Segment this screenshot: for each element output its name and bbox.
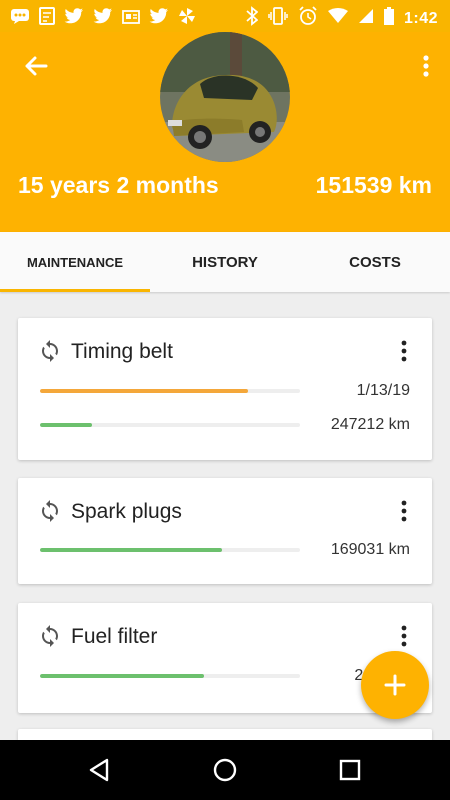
chat-icon [10, 8, 30, 29]
pinwheel-icon [178, 7, 196, 30]
twitter-icon [64, 8, 84, 29]
recents-square-icon[interactable] [335, 755, 365, 785]
progress-bar [40, 548, 300, 552]
wifi-icon [327, 8, 348, 29]
progress-fill [40, 423, 92, 427]
more-vertical-icon[interactable] [400, 338, 408, 366]
due-mileage: 169031 km [330, 541, 410, 558]
due-date: 1/13/19 [356, 382, 410, 399]
system-navigation-bar [0, 740, 450, 800]
card-title: Fuel filter [71, 625, 158, 648]
maintenance-card[interactable]: Spark plugs 169031 km [18, 478, 432, 584]
tab-indicator [0, 289, 150, 292]
more-vertical-icon[interactable] [400, 623, 408, 651]
tab-maintenance[interactable]: MAINTENANCE [0, 232, 150, 292]
back-triangle-icon[interactable] [85, 755, 115, 785]
news-icon [122, 8, 140, 29]
repeat-icon [42, 500, 58, 522]
progress-bar [40, 389, 300, 393]
tab-history[interactable]: HISTORY [150, 232, 300, 292]
card-title: Timing belt [71, 340, 173, 363]
system-icons: 1:42 [246, 6, 438, 31]
card-title: Spark plugs [71, 500, 182, 523]
more-vertical-icon[interactable] [400, 498, 408, 526]
tab-costs[interactable]: COSTS [300, 232, 450, 292]
vehicle-age: 15 years 2 months [18, 172, 219, 198]
vibrate-icon [268, 7, 288, 30]
due-mileage: 247212 km [330, 416, 410, 433]
progress-fill [40, 389, 248, 393]
back-button[interactable] [20, 50, 52, 82]
note-icon [39, 7, 55, 30]
twitter-icon [149, 8, 169, 29]
more-vertical-icon [423, 55, 429, 77]
plus-icon [384, 674, 406, 696]
twitter-icon [93, 8, 113, 29]
notification-icons [10, 7, 196, 30]
battery-icon [383, 7, 394, 30]
progress-fill [40, 674, 204, 678]
status-bar: 1:42 [0, 0, 450, 32]
bluetooth-icon [246, 6, 259, 31]
home-circle-icon[interactable] [210, 755, 240, 785]
progress-bar [40, 674, 300, 678]
repeat-icon [42, 625, 58, 647]
progress-fill [40, 548, 222, 552]
signal-icon [358, 8, 374, 29]
overflow-menu-button[interactable] [418, 50, 434, 82]
maintenance-card[interactable]: Timing belt 1/13/19 247212 km [18, 318, 432, 460]
add-maintenance-button[interactable] [361, 651, 429, 719]
vehicle-header: 15 years 2 months 151539 km [0, 32, 450, 232]
progress-bar [40, 423, 300, 427]
tab-bar: MAINTENANCE HISTORY COSTS [0, 232, 450, 292]
vehicle-photo[interactable] [160, 32, 290, 162]
repeat-icon [42, 340, 58, 362]
clock: 1:42 [403, 9, 438, 27]
vehicle-mileage: 151539 km [315, 172, 432, 198]
arrow-left-icon [25, 56, 48, 76]
alarm-icon [298, 6, 318, 31]
